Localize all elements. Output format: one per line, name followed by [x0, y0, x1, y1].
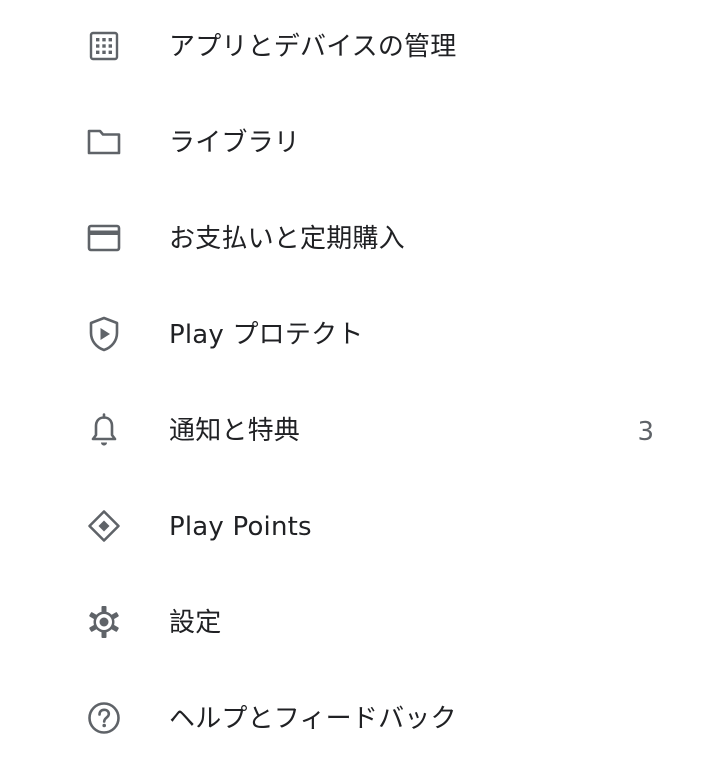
menu-item-label: Play プロテクト	[169, 320, 364, 350]
menu-item-label: ヘルプとフィードバック	[169, 704, 457, 734]
bell-icon	[82, 408, 126, 452]
play-points-diamond-icon	[82, 504, 126, 548]
menu-item-notifications-offers[interactable]: 通知と特典 3	[0, 384, 720, 480]
menu-item-settings[interactable]: 設定	[0, 576, 720, 672]
menu-item-play-points[interactable]: Play Points	[0, 480, 720, 576]
credit-card-icon	[82, 216, 126, 260]
menu-item-library[interactable]: ライブラリ	[0, 96, 720, 192]
menu-item-manage-apps[interactable]: アプリとデバイスの管理	[0, 0, 720, 96]
help-circle-icon	[82, 696, 126, 740]
menu-item-label: 設定	[169, 608, 222, 638]
play-protect-shield-icon	[82, 312, 126, 356]
menu-item-label: Play Points	[169, 512, 312, 542]
apps-grid-icon	[82, 24, 126, 68]
folder-icon	[82, 120, 126, 164]
menu-item-label: アプリとデバイスの管理	[169, 32, 457, 62]
gear-icon	[82, 600, 126, 644]
menu-item-label: 通知と特典	[169, 416, 301, 446]
menu-item-help-feedback[interactable]: ヘルプとフィードバック	[0, 672, 720, 768]
navigation-menu: アプリとデバイスの管理 ライブラリ お支払いと定期購入 Play プロテクト 通…	[0, 0, 720, 764]
notification-count-badge: 3	[637, 417, 654, 447]
menu-item-play-protect[interactable]: Play プロテクト	[0, 288, 720, 384]
menu-item-label: ライブラリ	[169, 128, 301, 158]
menu-item-payments-subscriptions[interactable]: お支払いと定期購入	[0, 192, 720, 288]
menu-item-label: お支払いと定期購入	[169, 224, 405, 254]
